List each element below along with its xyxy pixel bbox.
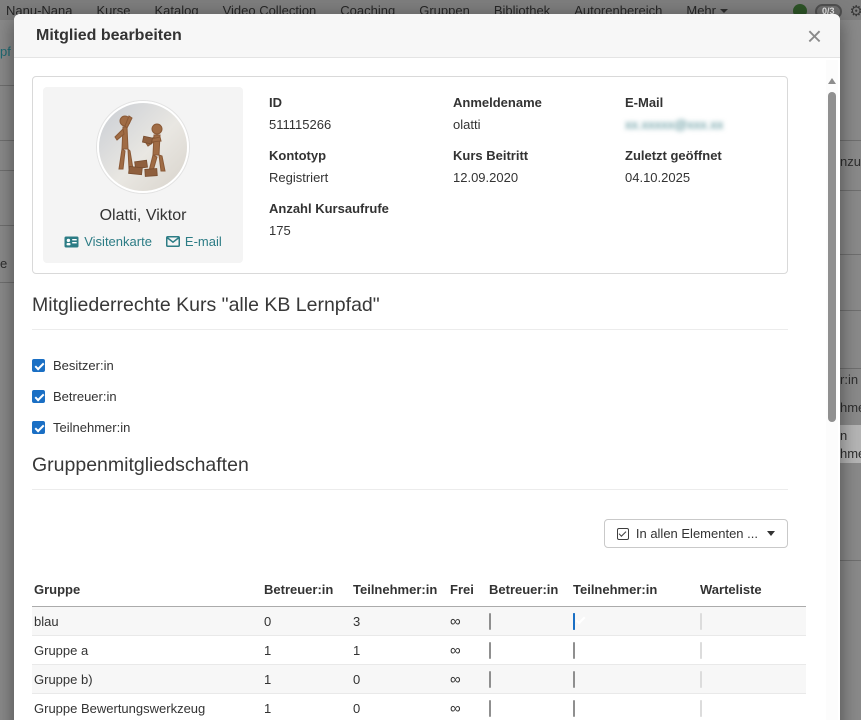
profile-field-zuletzt-geöffnet: Zuletzt geöffnet 04.10.2025 xyxy=(625,148,777,185)
field-label: ID xyxy=(269,95,453,110)
betreuer-count: 1 xyxy=(262,636,351,665)
teilnehmer-count: 0 xyxy=(351,665,448,694)
table-row-blau: blau03∞ xyxy=(32,607,806,636)
membership-checkbox[interactable] xyxy=(489,700,491,717)
groups-section-title: Gruppenmitgliedschaften xyxy=(32,454,788,490)
email-value-redacted: xx.xxxxx@xxx.xx xyxy=(625,117,777,132)
warteliste-checkbox-disabled xyxy=(700,700,702,717)
frei-value: ∞ xyxy=(448,694,487,720)
membership-checkbox[interactable] xyxy=(489,642,491,659)
membership-checkbox[interactable] xyxy=(573,700,575,717)
group-name: Gruppe Bewertungswerkzeug xyxy=(32,694,262,720)
field-label: Kontotyp xyxy=(269,148,453,163)
background-fragment: e xyxy=(0,256,7,271)
bulk-apply-dropdown[interactable]: In allen Elementen ... xyxy=(604,519,788,548)
field-value: 511115266 xyxy=(269,117,453,132)
column-header-1: Betreuer:in xyxy=(262,576,351,607)
rights-checkbox-besitzerin[interactable]: Besitzer:in xyxy=(32,354,788,376)
background-fragment: hme xyxy=(840,446,861,461)
frei-value: ∞ xyxy=(448,636,487,665)
rights-checkbox-betreuerin[interactable]: Betreuer:in xyxy=(32,385,788,407)
table-row-gruppe-bewertungswerkzeug: Gruppe Bewertungswerkzeug10∞ xyxy=(32,694,806,720)
profile-field-anmeldename: Anmeldename olatti xyxy=(453,95,625,132)
field-value: olatti xyxy=(453,117,625,132)
membership-checkbox[interactable] xyxy=(489,613,491,630)
visitenkarte-link[interactable]: Visitenkarte xyxy=(64,234,152,249)
scroll-up-arrow-icon[interactable] xyxy=(828,78,836,84)
profile-field-kontotyp: Kontotyp Registriert xyxy=(269,148,453,185)
background-fragment: pf xyxy=(0,44,11,59)
membership-checkbox[interactable] xyxy=(573,671,575,688)
field-label: Anzahl Kursaufrufe xyxy=(269,201,453,216)
checkbox[interactable] xyxy=(32,421,45,434)
profile-field-kurs-beitritt: Kurs Beitritt 12.09.2020 xyxy=(453,148,625,185)
group-memberships-table: GruppeBetreuer:inTeilnehmer:inFreiBetreu… xyxy=(32,576,806,720)
field-label: Zuletzt geöffnet xyxy=(625,148,777,163)
member-id-card: Olatti, Viktor Visitenkarte E-mail xyxy=(43,87,243,263)
profile-field-e-mail: E-Mail xx.xxxxx@xxx.xx xyxy=(625,95,777,132)
field-label: Anmeldename xyxy=(453,95,625,110)
id-card-icon xyxy=(64,236,79,248)
field-label: Kurs Beitritt xyxy=(453,148,625,163)
teilnehmer-count: 1 xyxy=(351,636,448,665)
dialog-header: Mitglied bearbeiten × xyxy=(14,14,840,58)
membership-checkbox[interactable] xyxy=(573,613,575,630)
membership-checkbox[interactable] xyxy=(573,642,575,659)
warteliste-checkbox-disabled xyxy=(700,671,702,688)
email-link[interactable]: E-mail xyxy=(166,234,222,249)
betreuer-count: 0 xyxy=(262,607,351,636)
table-row-gruppe-a: Gruppe a11∞ xyxy=(32,636,806,665)
background-fragment: hme xyxy=(840,400,861,415)
profile-field-id: ID 511115266 xyxy=(269,95,453,132)
column-header-4: Betreuer:in xyxy=(487,576,571,607)
table-row-gruppe-b-: Gruppe b)10∞ xyxy=(32,665,806,694)
background-fragment: nzuf xyxy=(840,154,861,169)
group-name: blau xyxy=(32,607,262,636)
column-header-0: Gruppe xyxy=(32,576,262,607)
edit-member-dialog: Mitglied bearbeiten × xyxy=(14,14,840,720)
chevron-down-icon xyxy=(767,531,775,536)
field-value: Registriert xyxy=(269,170,453,185)
avatar xyxy=(97,101,189,193)
teilnehmer-count: 0 xyxy=(351,694,448,720)
teilnehmer-count: 3 xyxy=(351,607,448,636)
membership-checkbox[interactable] xyxy=(489,671,491,688)
dialog-title: Mitglied bearbeiten xyxy=(36,27,182,45)
warteliste-checkbox-disabled xyxy=(700,642,702,659)
member-name: Olatti, Viktor xyxy=(100,207,187,225)
portal-icon[interactable]: ⚙ xyxy=(850,2,861,20)
column-header-2: Teilnehmer:in xyxy=(351,576,448,607)
warteliste-checkbox-disabled xyxy=(700,613,702,630)
background-fragment: n xyxy=(840,428,847,443)
field-value: 12.09.2020 xyxy=(453,170,625,185)
dialog-scrollbar[interactable] xyxy=(826,60,838,720)
column-header-3: Frei xyxy=(448,576,487,607)
field-value: 04.10.2025 xyxy=(625,170,777,185)
checkbox-icon xyxy=(617,528,629,540)
frei-value: ∞ xyxy=(448,665,487,694)
profile-fields: ID 511115266Anmeldename olattiE-Mail xx.xxx… xyxy=(269,95,777,263)
table-header-row: GruppeBetreuer:inTeilnehmer:inFreiBetreu… xyxy=(32,576,806,607)
group-name: Gruppe b) xyxy=(32,665,262,694)
betreuer-count: 1 xyxy=(262,694,351,720)
checkbox[interactable] xyxy=(32,390,45,403)
member-profile-panel: Olatti, Viktor Visitenkarte E-mail xyxy=(32,76,788,274)
envelope-icon xyxy=(166,236,180,247)
field-label: E-Mail xyxy=(625,95,777,110)
field-value: 175 xyxy=(269,223,453,238)
betreuer-count: 1 xyxy=(262,665,351,694)
rights-checkbox-teilnehmerin[interactable]: Teilnehmer:in xyxy=(32,416,788,438)
group-name: Gruppe a xyxy=(32,636,262,665)
background-fragment: r:in xyxy=(840,372,858,387)
frei-value: ∞ xyxy=(448,607,487,636)
column-header-5: Teilnehmer:in xyxy=(571,576,698,607)
rights-checkbox-list: Besitzer:in Betreuer:in Teilnehmer:in xyxy=(32,354,788,438)
rights-section-title: Mitgliederrechte Kurs "alle KB Lernpfad" xyxy=(32,294,788,330)
checkbox[interactable] xyxy=(32,359,45,372)
column-header-6: Warteliste xyxy=(698,576,806,607)
chevron-down-icon xyxy=(720,9,728,13)
scrollbar-thumb[interactable] xyxy=(828,92,836,422)
close-icon[interactable]: × xyxy=(807,26,822,46)
profile-field-anzahl-kursaufrufe: Anzahl Kursaufrufe 175 xyxy=(269,201,453,238)
